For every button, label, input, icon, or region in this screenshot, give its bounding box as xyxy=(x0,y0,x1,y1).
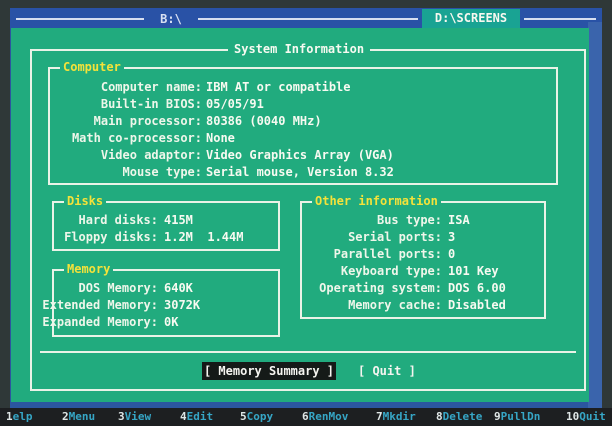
function-key-number: 1 xyxy=(6,410,13,423)
function-key-label: PullDn xyxy=(500,410,541,423)
function-key-number: 5 xyxy=(240,410,247,423)
other-info-group-title: Other information xyxy=(312,194,441,208)
function-key-bar: 1elp 2Menu 3View 4Edit 5Copy 6RenMov 7Mkdir 8De… xyxy=(0,408,612,426)
computer-info-value: 80386 (0040 MHz) xyxy=(206,114,322,128)
function-key-10[interactable]: 10Quit xyxy=(566,408,606,426)
function-key-label: elp xyxy=(12,410,33,423)
other-info-value: Disabled xyxy=(448,298,506,312)
function-key-number: 9 xyxy=(494,410,501,423)
right-panel-path[interactable]: D:\SCREENS xyxy=(422,9,520,28)
screen: B:\ D:\SCREENS System Information Comput… xyxy=(0,0,612,426)
computer-info-label: Mouse type: xyxy=(122,165,202,179)
other-info-value: 101 Key xyxy=(448,264,499,278)
left-panel-path[interactable]: B:\ xyxy=(148,11,194,27)
dialog-divider xyxy=(40,351,576,353)
memory-summary-button[interactable]: [ Memory Summary ] xyxy=(202,362,336,380)
function-key-number: 8 xyxy=(436,410,443,423)
other-info-value: DOS 6.00 xyxy=(448,281,506,295)
function-key-4[interactable]: 4Edit xyxy=(180,408,213,426)
function-key-label: Mkdir xyxy=(382,410,416,423)
other-info-value: 3 xyxy=(448,230,456,244)
function-key-number: 10 xyxy=(566,410,580,423)
memory-info-label: Expanded Memory: xyxy=(42,315,158,329)
computer-info-label: Computer name: xyxy=(100,80,202,94)
computer-info-label: Built-in BIOS: xyxy=(100,97,202,111)
function-key-number: 3 xyxy=(118,410,125,423)
panel-scroll-strip[interactable] xyxy=(588,22,602,408)
dialog-title: System Information xyxy=(228,42,371,56)
computer-info-value: IBM AT or compatible xyxy=(206,80,351,94)
panel-header: B:\ D:\SCREENS xyxy=(10,8,602,30)
function-key-label: Copy xyxy=(246,410,274,423)
function-key-8[interactable]: 8Delete xyxy=(436,408,482,426)
function-key-3[interactable]: 3View xyxy=(118,408,151,426)
computer-group-title: Computer xyxy=(60,60,124,74)
other-info-value: ISA xyxy=(448,213,470,227)
quit-button[interactable]: [ Quit ] xyxy=(358,362,422,380)
other-info-label: Serial ports: xyxy=(348,230,442,244)
other-info-label: Memory cache: xyxy=(348,298,442,312)
other-info-value: 0 xyxy=(448,247,456,261)
computer-info-label: Video adaptor: xyxy=(100,148,202,162)
memory-info-value: 0K xyxy=(164,315,179,329)
function-key-label: RenMov xyxy=(308,410,349,423)
computer-info-value: None xyxy=(206,131,235,145)
function-key-number: 6 xyxy=(302,410,309,423)
function-key-label: Menu xyxy=(68,410,96,423)
function-key-2[interactable]: 2Menu xyxy=(62,408,95,426)
function-key-number: 2 xyxy=(62,410,69,423)
disks-group-title: Disks xyxy=(64,194,107,208)
other-info-label: Parallel ports: xyxy=(333,247,442,261)
other-info-label: Keyboard type: xyxy=(340,264,442,278)
computer-info-value: Serial mouse, Version 8.32 xyxy=(206,165,394,179)
other-info-label: Bus type: xyxy=(376,213,442,227)
header-rule-middle xyxy=(198,18,418,20)
function-key-label: View xyxy=(124,410,152,423)
function-key-number: 4 xyxy=(180,410,187,423)
function-key-9[interactable]: 9PullDn xyxy=(494,408,540,426)
function-key-6[interactable]: 6RenMov xyxy=(302,408,348,426)
header-rule-right xyxy=(524,18,596,20)
function-key-number: 7 xyxy=(376,410,383,423)
function-key-label: Delete xyxy=(442,410,483,423)
function-key-1[interactable]: 1elp xyxy=(6,408,33,426)
computer-info-label: Math co-processor: xyxy=(71,131,202,145)
function-key-label: Edit xyxy=(186,410,214,423)
computer-info-value: Video Graphics Array (VGA) xyxy=(206,148,394,162)
function-key-label: Quit xyxy=(579,410,606,423)
header-rule-left xyxy=(16,18,144,20)
computer-info-label: Main processor: xyxy=(93,114,202,128)
other-info-label: Operating system: xyxy=(319,281,442,295)
computer-info-value: 05/05/91 xyxy=(206,97,264,111)
function-key-5[interactable]: 5Copy xyxy=(240,408,273,426)
function-key-7[interactable]: 7Mkdir xyxy=(376,408,416,426)
